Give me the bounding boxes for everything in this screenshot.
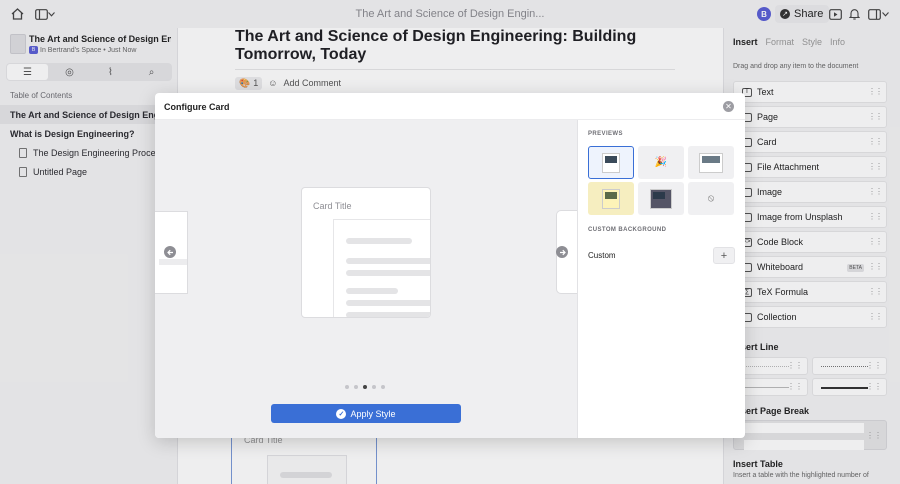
carousel-dot[interactable]	[372, 385, 376, 389]
arrow-right-icon[interactable]	[556, 246, 568, 258]
dialog-title: Configure Card	[164, 102, 230, 112]
custom-background-label: CUSTOM BACKGROUND	[588, 227, 667, 233]
no-background-icon[interactable]: ⦸	[688, 182, 734, 215]
carousel-dot[interactable]	[381, 385, 385, 389]
add-custom-background-button[interactable]: +	[713, 247, 735, 264]
card-preview: Card Title	[301, 187, 431, 318]
apply-style-button[interactable]: ✓ Apply Style	[271, 404, 461, 423]
arrow-left-icon[interactable]	[164, 246, 176, 258]
card-preview-title: Card Title	[313, 201, 352, 211]
close-icon[interactable]: ✕	[723, 101, 734, 112]
preview-thumb-white[interactable]	[588, 146, 634, 179]
carousel-dot[interactable]	[345, 385, 349, 389]
card-preview-area: Card Title ✓ Apply Style	[155, 120, 578, 438]
preview-thumb-photo[interactable]	[688, 146, 734, 179]
carousel-dots	[345, 385, 385, 389]
preview-thumb-yellow[interactable]	[588, 182, 634, 215]
divider	[577, 120, 578, 438]
preview-thumb-party[interactable]: 🎉	[638, 146, 684, 179]
custom-option-label: Custom	[588, 251, 616, 260]
check-icon: ✓	[336, 408, 347, 419]
preview-thumb-collage[interactable]	[638, 182, 684, 215]
card-preview-inner	[333, 219, 430, 317]
previews-label: PREVIEWS	[588, 131, 623, 137]
carousel-dot[interactable]	[354, 385, 358, 389]
apply-style-label: Apply Style	[350, 408, 396, 419]
configure-card-dialog: Configure Card ✕ Card Title ✓ Apply Styl…	[155, 93, 745, 438]
carousel-dot[interactable]	[363, 385, 367, 389]
